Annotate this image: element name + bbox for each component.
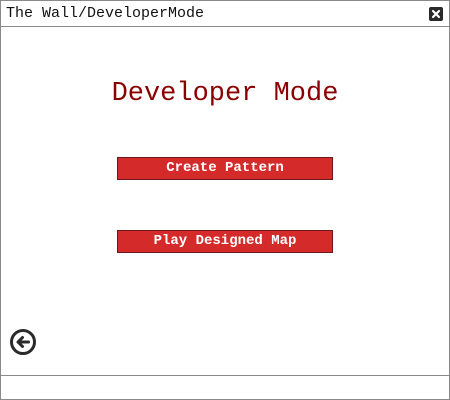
- close-button[interactable]: [429, 7, 443, 21]
- play-designed-map-button[interactable]: Play Designed Map: [117, 230, 333, 253]
- close-icon: [431, 9, 441, 19]
- app-window: The Wall/DeveloperMode Developer Mode Cr…: [0, 0, 450, 400]
- page-title: Developer Mode: [111, 79, 339, 109]
- back-button[interactable]: [9, 328, 37, 356]
- footer-divider: [1, 375, 449, 376]
- window-title: The Wall/DeveloperMode: [6, 5, 205, 22]
- title-bar: The Wall/DeveloperMode: [1, 1, 449, 27]
- create-pattern-button[interactable]: Create Pattern: [117, 157, 333, 180]
- arrow-left-circle-icon: [10, 329, 36, 355]
